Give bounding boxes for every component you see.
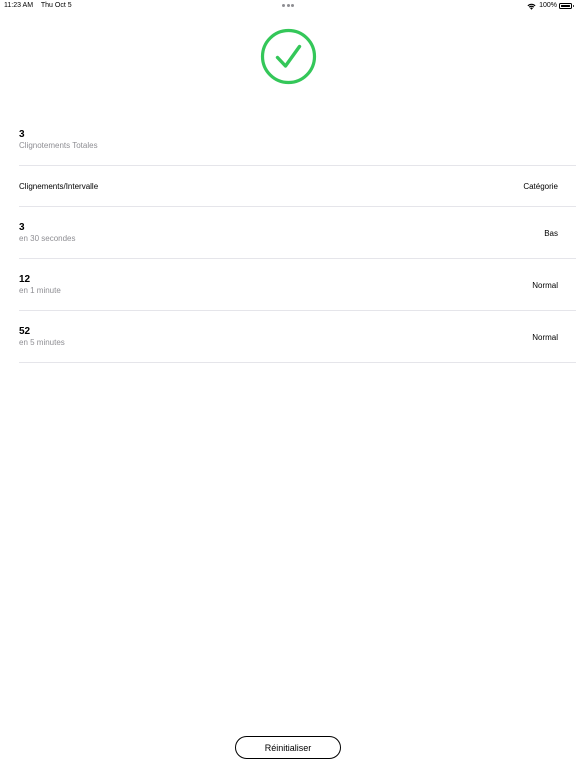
- status-date: Thu Oct 5: [40, 2, 72, 9]
- header-category: Catégorie: [523, 182, 558, 191]
- row-category: Bas: [544, 229, 558, 238]
- divider: [19, 310, 576, 311]
- row-category: Normal: [532, 281, 558, 290]
- status-time: 11:23 AM: [4, 2, 34, 9]
- status-left: 11:23 AM Thu Oct 5: [4, 0, 78, 12]
- total-blinks-label: Clignotements Totales: [19, 141, 98, 150]
- reset-button[interactable]: Réinitialiser: [235, 736, 341, 759]
- row-interval: en 30 secondes: [19, 234, 76, 243]
- table-row: 12 en 1 minute Normal: [19, 274, 558, 314]
- row-value: 52: [19, 326, 31, 337]
- status-bar: 11:23 AM Thu Oct 5 100%: [0, 0, 576, 12]
- multitasking-dots-icon[interactable]: [282, 4, 294, 8]
- row-category: Normal: [532, 333, 558, 342]
- row-interval: en 5 minutes: [19, 338, 65, 347]
- screen: 11:23 AM Thu Oct 5 100% 3 Clignotements …: [0, 0, 576, 768]
- table-row: 3 en 30 secondes Bas: [19, 222, 558, 262]
- status-right: 100%: [527, 0, 574, 12]
- divider: [19, 362, 576, 363]
- table-header: Clignements/Intervalle Catégorie: [19, 181, 558, 192]
- row-interval: en 1 minute: [19, 286, 61, 295]
- divider: [19, 258, 576, 259]
- battery-icon: [559, 3, 574, 9]
- table-row: 52 en 5 minutes Normal: [19, 326, 558, 366]
- header-interval: Clignements/Intervalle: [19, 182, 99, 191]
- checkmark-circle-icon: [260, 28, 317, 85]
- row-value: 3: [19, 222, 25, 233]
- divider: [19, 165, 576, 166]
- battery-percent: 100%: [539, 2, 557, 9]
- divider: [19, 206, 576, 207]
- wifi-icon: [527, 3, 536, 10]
- total-blinks: 3 Clignotements Totales: [19, 129, 98, 151]
- row-value: 12: [19, 274, 31, 285]
- total-blinks-value: 3: [19, 129, 25, 140]
